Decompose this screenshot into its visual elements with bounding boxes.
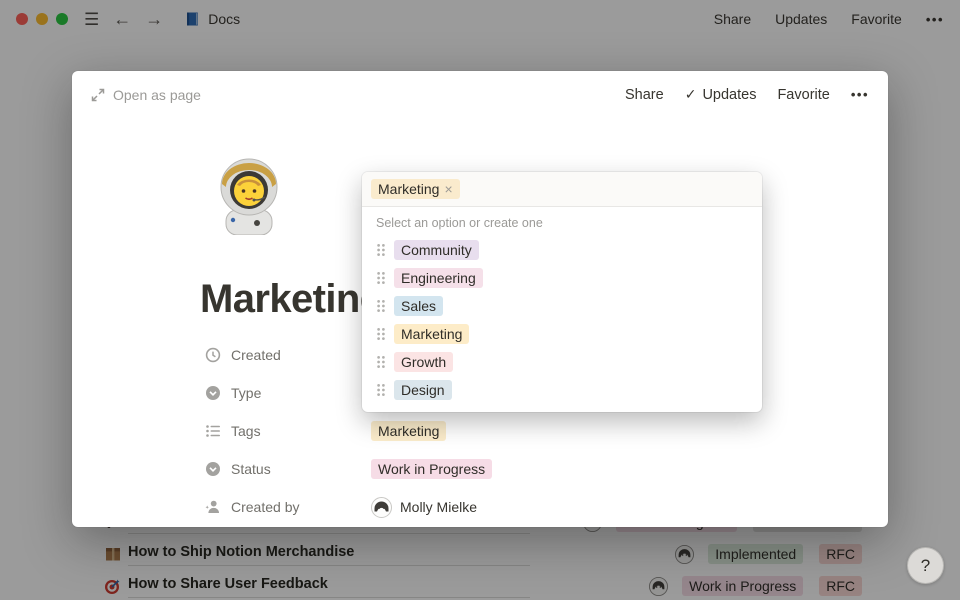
dropdown-hint: Select an option or create one bbox=[362, 207, 762, 233]
tag-select-input[interactable]: Marketing × bbox=[362, 172, 762, 207]
page-title[interactable]: Marketing bbox=[200, 277, 384, 322]
tag-chip: Design bbox=[394, 380, 452, 400]
help-button[interactable]: ? bbox=[907, 547, 944, 584]
person-icon bbox=[205, 499, 221, 515]
dropdown-option-marketing[interactable]: Marketing bbox=[362, 320, 762, 348]
property-label: Tags bbox=[231, 423, 371, 439]
select-icon bbox=[205, 461, 221, 477]
property-label: Status bbox=[231, 461, 371, 477]
status-value-chip[interactable]: Work in Progress bbox=[371, 459, 492, 479]
select-icon bbox=[205, 385, 221, 401]
dropdown-option-design[interactable]: Design bbox=[362, 376, 762, 404]
page-emoji-woman-astronaut-icon[interactable] bbox=[213, 157, 285, 235]
check-icon: ✓ bbox=[685, 86, 697, 103]
property-label: Created bbox=[231, 347, 371, 363]
tag-select-dropdown: Marketing × Select an option or create o… bbox=[362, 172, 762, 412]
dropdown-option-growth[interactable]: Growth bbox=[362, 348, 762, 376]
clock-icon bbox=[205, 347, 221, 363]
dropdown-option-community[interactable]: Community bbox=[362, 236, 762, 264]
created-by-value[interactable]: Molly Mielke bbox=[371, 497, 477, 518]
app-window: ☰ ← → Docs Share Updates Favorite ••• Fe… bbox=[0, 0, 960, 600]
drag-handle-icon[interactable] bbox=[376, 327, 386, 341]
tag-chip: Marketing bbox=[394, 324, 469, 344]
tag-chip: Community bbox=[394, 240, 479, 260]
modal-actions: Share ✓Updates Favorite ••• bbox=[625, 86, 869, 103]
modal-favorite-button[interactable]: Favorite bbox=[777, 87, 829, 103]
modal-more-icon[interactable]: ••• bbox=[851, 87, 869, 102]
modal-updates-button[interactable]: ✓Updates bbox=[685, 86, 757, 103]
open-as-page-label: Open as page bbox=[113, 87, 201, 103]
property-label: Created by bbox=[231, 499, 371, 515]
open-as-page-button[interactable]: Open as page bbox=[91, 87, 201, 103]
list-icon bbox=[205, 423, 221, 439]
property-row-status[interactable]: Status Work in Progress bbox=[205, 450, 765, 488]
drag-handle-icon[interactable] bbox=[376, 383, 386, 397]
property-row-tags[interactable]: Tags Marketing bbox=[205, 412, 765, 450]
drag-handle-icon[interactable] bbox=[376, 243, 386, 257]
avatar bbox=[371, 497, 392, 518]
expand-icon bbox=[91, 88, 105, 102]
drag-handle-icon[interactable] bbox=[376, 271, 386, 285]
tags-value-chip[interactable]: Marketing bbox=[371, 421, 446, 441]
remove-tag-icon[interactable]: × bbox=[444, 182, 452, 196]
property-row-created-by[interactable]: Created by Molly Mielke bbox=[205, 488, 765, 526]
dropdown-option-engineering[interactable]: Engineering bbox=[362, 264, 762, 292]
selected-tag-chip[interactable]: Marketing × bbox=[371, 179, 460, 199]
modal-share-button[interactable]: Share bbox=[625, 87, 664, 103]
drag-handle-icon[interactable] bbox=[376, 299, 386, 313]
tag-chip: Engineering bbox=[394, 268, 483, 288]
tag-chip: Growth bbox=[394, 352, 453, 372]
property-label: Type bbox=[231, 385, 371, 401]
modal-header: Open as page Share ✓Updates Favorite ••• bbox=[72, 71, 888, 118]
drag-handle-icon[interactable] bbox=[376, 355, 386, 369]
created-by-name: Molly Mielke bbox=[400, 499, 477, 515]
tag-chip: Sales bbox=[394, 296, 443, 316]
dropdown-options: Community Engineering Sales Marketing Growth… bbox=[362, 233, 762, 412]
dropdown-option-sales[interactable]: Sales bbox=[362, 292, 762, 320]
